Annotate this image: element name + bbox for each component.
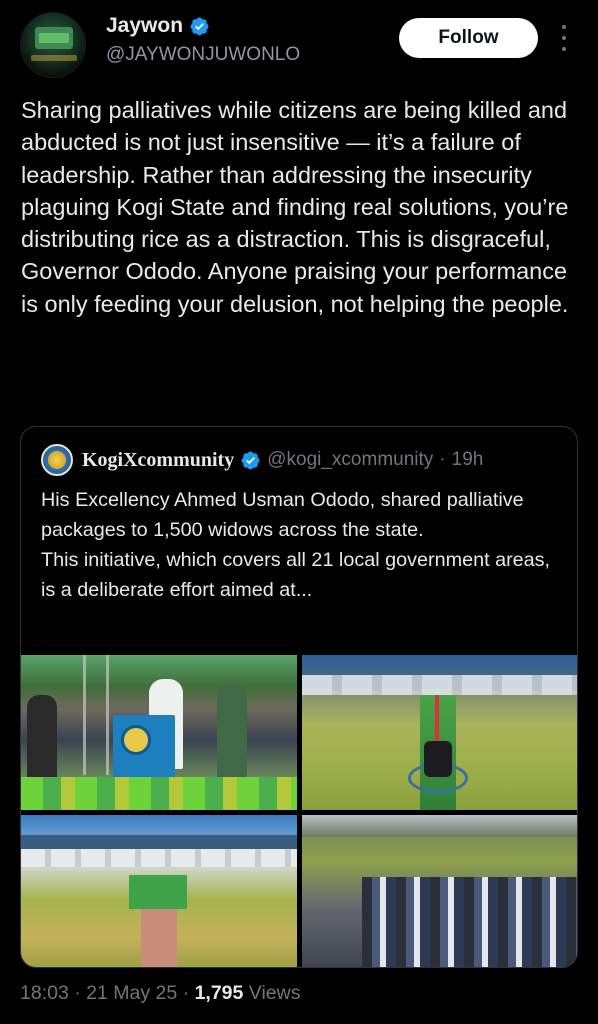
photo-bags bbox=[21, 777, 297, 810]
photo-crowd bbox=[362, 877, 577, 967]
photo-seal bbox=[121, 725, 151, 755]
verified-badge-icon bbox=[190, 17, 209, 35]
more-dot bbox=[562, 25, 566, 29]
quoted-avatar[interactable] bbox=[41, 444, 73, 476]
quoted-text-line2: This initiative, which covers all 21 loc… bbox=[41, 549, 551, 601]
avatar-graphic-highlight bbox=[39, 33, 69, 43]
quoted-author-handle[interactable]: @kogi_xcommunity bbox=[267, 449, 433, 471]
quoted-text-line1: His Excellency Ahmed Usman Ododo, shared… bbox=[41, 489, 524, 541]
author-name-row: Jaywon bbox=[106, 14, 210, 38]
follow-button[interactable]: Follow bbox=[399, 18, 538, 58]
photo-tents bbox=[302, 675, 577, 695]
author-avatar[interactable] bbox=[20, 12, 86, 78]
quoted-time[interactable]: 19h bbox=[452, 449, 484, 471]
more-vertical-icon[interactable] bbox=[556, 25, 572, 51]
photo-car bbox=[424, 741, 452, 777]
more-dot bbox=[562, 36, 566, 40]
media-photo-2[interactable] bbox=[302, 655, 577, 810]
photo-figure bbox=[217, 685, 247, 785]
views-count[interactable]: 1,795 bbox=[195, 982, 244, 1004]
photo-field bbox=[129, 875, 187, 909]
tweet-time[interactable]: 18:03 bbox=[20, 982, 69, 1004]
tweet-header: Jaywon @JAYWONJUWONLO Follow bbox=[0, 0, 598, 90]
media-photo-4[interactable] bbox=[302, 815, 577, 967]
more-dot bbox=[562, 47, 566, 51]
avatar-graphic-base bbox=[31, 55, 77, 61]
meta-separator: · bbox=[182, 982, 190, 1004]
tweet-meta: 18:03 · 21 May 25 · 1,795 Views bbox=[20, 982, 300, 1005]
quoted-author-name[interactable]: KogiXcommunity bbox=[82, 449, 234, 472]
author-name[interactable]: Jaywon bbox=[106, 14, 183, 38]
tweet-date[interactable]: 21 May 25 bbox=[86, 982, 177, 1004]
photo-scaffold bbox=[83, 655, 109, 775]
quoted-tweet[interactable]: KogiXcommunity @kogi_xcommunity · 19h Hi… bbox=[20, 426, 578, 968]
quoted-separator: · bbox=[439, 449, 446, 470]
photo-path bbox=[141, 909, 177, 967]
photo-background bbox=[302, 815, 577, 837]
photo-tents bbox=[21, 849, 297, 867]
author-handle[interactable]: @JAYWONJUWONLO bbox=[106, 44, 300, 66]
verified-badge-icon bbox=[241, 451, 260, 469]
media-photo-1[interactable] bbox=[21, 655, 297, 810]
quoted-text: His Excellency Ahmed Usman Ododo, shared… bbox=[41, 485, 566, 605]
quoted-header: KogiXcommunity @kogi_xcommunity · 19h bbox=[41, 444, 483, 476]
meta-separator: · bbox=[74, 982, 81, 1004]
media-photo-3[interactable] bbox=[21, 815, 297, 967]
views-label: Views bbox=[248, 982, 301, 1004]
tweet-text: Sharing palliatives while citizens are b… bbox=[21, 97, 569, 317]
